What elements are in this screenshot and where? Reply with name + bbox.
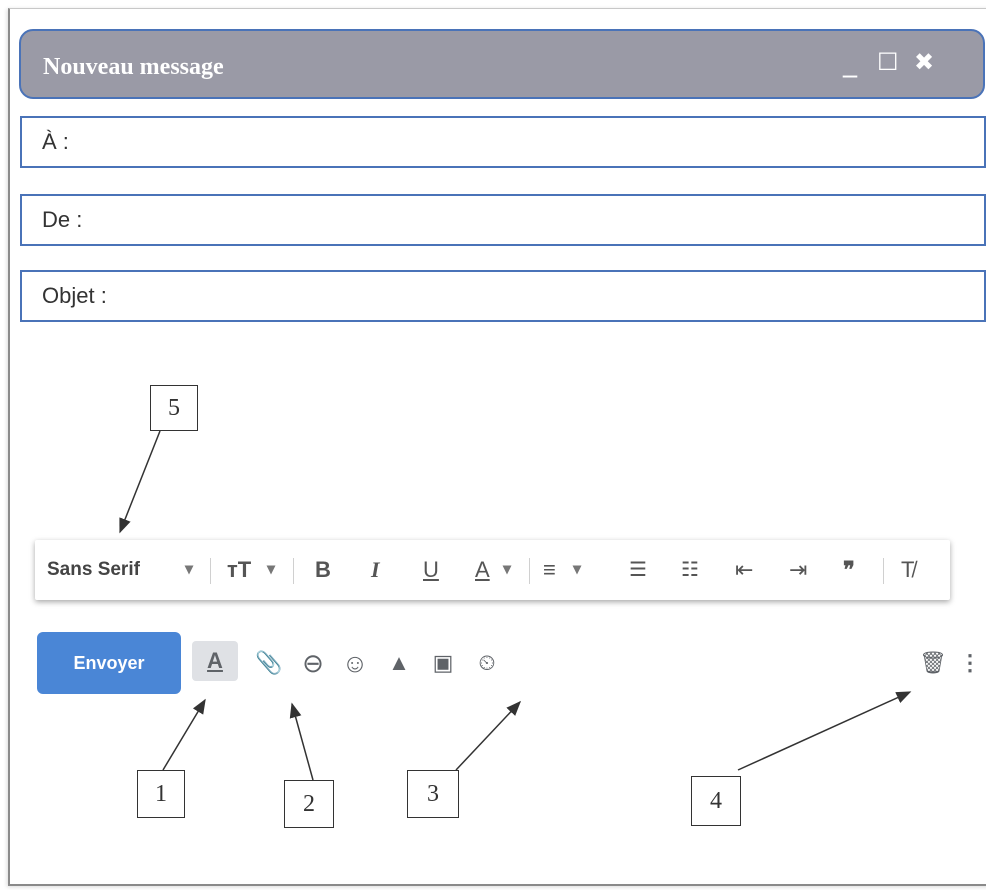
arrow-4 [737,691,912,771]
arrow-1 [162,698,206,771]
arrow-5 [119,430,161,534]
annotation-arrows [119,430,912,781]
arrow-2 [289,702,314,781]
arrow-3 [455,700,522,771]
